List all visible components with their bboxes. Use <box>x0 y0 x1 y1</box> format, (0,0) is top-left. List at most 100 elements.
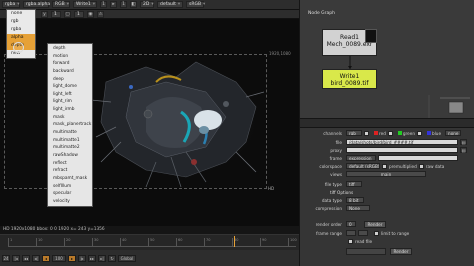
alpha-channel-dropdown[interactable]: none <box>445 130 462 136</box>
playhead[interactable] <box>234 236 235 247</box>
submenu-item-reflect[interactable]: reflect <box>48 160 92 168</box>
play-backward-icon[interactable]: ◂ <box>42 254 50 262</box>
red-checkbox[interactable] <box>364 130 369 136</box>
fps-field[interactable]: 24 <box>2 254 10 262</box>
limit-to-range-checkbox[interactable] <box>374 230 379 236</box>
data-type-row: data type 8 bit <box>300 196 474 204</box>
submenu-item-mask[interactable]: mask <box>48 114 92 122</box>
submenu-item-light-dome[interactable]: light_dome <box>48 83 92 91</box>
data-type-dropdown[interactable]: 8 bit <box>346 197 364 203</box>
blue-checkbox[interactable] <box>416 130 422 136</box>
last-frame-icon[interactable]: ▸| <box>98 254 106 262</box>
gain-field[interactable]: 1 <box>100 1 107 8</box>
file-row: file /data/shots/bird/bird_####.tif ▤ <box>300 138 474 146</box>
submenu-item-rawshadow[interactable]: rawShadow <box>48 152 92 160</box>
frame-range-end-input[interactable] <box>358 230 368 236</box>
frame-expression-input[interactable] <box>378 155 458 161</box>
input-a-dropdown[interactable]: Write1 <box>73 1 97 8</box>
layer-menu-item-alpha[interactable]: alpha <box>7 34 35 42</box>
render-order-input[interactable]: 0 <box>346 221 356 227</box>
roi-icon[interactable]: ▢ <box>64 10 71 18</box>
compare-button[interactable]: ▸ <box>110 1 117 8</box>
views-label: views <box>330 171 342 177</box>
submenu-item-mbspamt-mask[interactable]: mbspamt_mask <box>48 175 92 183</box>
submenu-item-multimatte[interactable]: multimatte <box>48 129 92 137</box>
read-file-checkbox[interactable] <box>348 238 353 244</box>
submenu-item-multimatte1[interactable]: multimatte1 <box>48 137 92 145</box>
file-input[interactable]: /data/shots/bird/bird_####.tif <box>346 139 458 145</box>
file-type-dropdown[interactable]: tiff <box>346 181 362 187</box>
timeline-tick: 50 <box>148 238 154 247</box>
submenu-item-light-irmb[interactable]: light_irmb <box>48 106 92 114</box>
submenu-item-light-left[interactable]: light_left <box>48 91 92 99</box>
submenu-item-forward[interactable]: forward <box>48 60 92 68</box>
write-node[interactable]: Write1 bird_0089.tif <box>322 69 377 89</box>
submenu-item-motion[interactable]: motion <box>48 53 92 61</box>
layer-menu-item-rgba[interactable]: rgba <box>7 26 35 34</box>
render-button[interactable]: Render <box>364 220 386 228</box>
proxy-input[interactable] <box>346 147 458 153</box>
submenu-item-mask-planertrack[interactable]: mask_planertrack <box>48 121 92 129</box>
frame-range-start-input[interactable] <box>346 230 356 236</box>
lock-icon[interactable]: ◉ <box>87 10 94 18</box>
submenu-item-deep[interactable]: deep <box>48 76 92 84</box>
green-checkbox[interactable] <box>387 130 393 136</box>
play-forward-icon[interactable]: ▸ <box>68 254 76 262</box>
bottom-control-1[interactable] <box>346 247 386 255</box>
first-frame-icon[interactable]: |◂ <box>12 254 20 262</box>
frame-mode-dropdown[interactable]: expression <box>346 155 376 161</box>
views-dropdown[interactable]: main <box>346 171 426 177</box>
submenu-item-light-rim[interactable]: light_rim <box>48 98 92 106</box>
frame-b-field[interactable]: 1 <box>74 10 84 18</box>
clip-warning-icon[interactable]: ⚠ <box>97 10 104 18</box>
timeline[interactable]: 1 10 20 30 40 50 60 70 80 90 100 <box>0 234 299 250</box>
blue-swatch-icon <box>426 131 431 135</box>
raw-data-checkbox[interactable] <box>418 163 424 169</box>
file-type-row: file type tiff <box>300 180 474 188</box>
loop-icon[interactable]: ↻ <box>108 254 116 262</box>
proxy-toggle[interactable]: y <box>41 10 48 18</box>
lut-dropdown[interactable]: default <box>157 1 183 8</box>
channels-dropdown[interactable]: rgb <box>346 130 362 136</box>
render-order-label: render order <box>315 221 342 227</box>
submenu-item-depth[interactable]: depth <box>48 45 92 53</box>
submenu-item-selfillum[interactable]: selfIllum <box>48 183 92 191</box>
gamma-field[interactable]: 1 <box>120 1 127 8</box>
timeline-ruler[interactable]: 1 10 20 30 40 50 60 70 80 90 100 <box>8 238 297 247</box>
read-node[interactable]: Read1 Mech_0089.exr <box>322 29 377 56</box>
submenu-item-refract[interactable]: refract <box>48 167 92 175</box>
submenu-item-multimatte2[interactable]: multimatte2 <box>48 144 92 152</box>
frame-a-field[interactable]: 1 <box>51 10 61 18</box>
colorspace-dropdown[interactable]: default (sRGB) <box>346 163 380 169</box>
submenu-item-specular[interactable]: specular <box>48 190 92 198</box>
write-node-file: bird_0089.tif <box>330 80 369 87</box>
bottom-render-button[interactable]: Render <box>390 247 412 255</box>
red-swatch-icon <box>374 131 378 135</box>
layer-menu-item-none[interactable]: none <box>7 10 35 18</box>
wipe-button[interactable]: ◧ <box>130 1 137 8</box>
submenu-item-backward[interactable]: backward <box>48 68 92 76</box>
next-frame-icon[interactable]: |▸ <box>78 254 86 262</box>
compression-dropdown[interactable]: None <box>346 205 370 211</box>
submenu-item-velocity[interactable]: velocity <box>48 198 92 206</box>
mouse-cursor-icon <box>13 42 24 53</box>
current-frame-field[interactable]: 100 <box>52 254 66 262</box>
colorspace-dropdown[interactable]: RGB <box>52 1 70 8</box>
display-dropdown[interactable]: sRGB <box>186 1 204 8</box>
timeline-tick: 100 <box>288 238 297 247</box>
premultiplied-checkbox[interactable] <box>382 163 387 169</box>
layer-menu-item-rgb[interactable]: rgb <box>7 18 35 26</box>
prev-key-icon[interactable]: ◂◂ <box>22 254 30 262</box>
compression-row: compression None <box>300 204 474 212</box>
view-mode-dropdown[interactable]: 2D <box>140 1 154 8</box>
playback-mode-dropdown[interactable]: Global <box>118 254 136 262</box>
channel-dropdown[interactable]: rgba.alpha <box>23 1 50 8</box>
viewer-toolbar: rgba rgba.alpha RGB Write1 1 ▸ 1 ◧ 2D de… <box>0 0 299 10</box>
prev-frame-icon[interactable]: ◂| <box>32 254 40 262</box>
premultiplied-label: premultiplied <box>389 163 417 169</box>
timeline-tick: 10 <box>36 238 42 247</box>
file-browse-icon[interactable]: ▤ <box>460 139 467 145</box>
layer-dropdown[interactable]: rgba <box>2 1 20 8</box>
proxy-browse-icon[interactable]: ▤ <box>460 147 467 153</box>
next-key-icon[interactable]: ▸▸ <box>88 254 96 262</box>
